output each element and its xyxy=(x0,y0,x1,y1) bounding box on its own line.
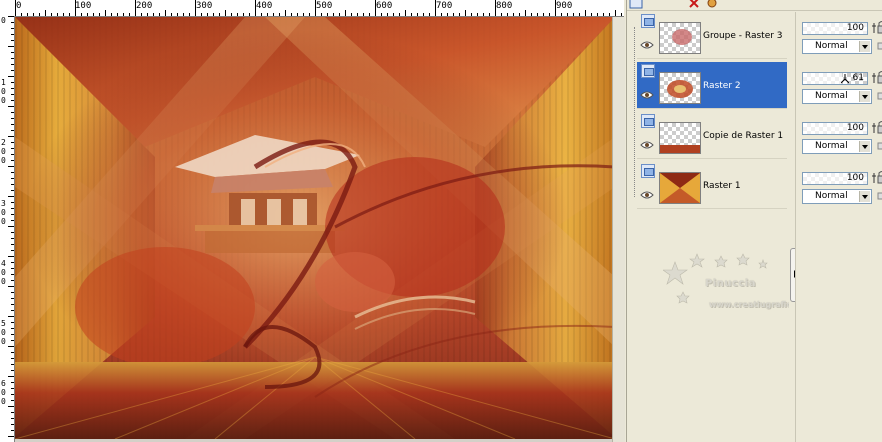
layer-link-icon[interactable] xyxy=(877,90,882,102)
opacity-slider-marker-icon[interactable] xyxy=(841,74,849,84)
opacity-value: 100 xyxy=(846,23,864,33)
lock-icon[interactable] xyxy=(877,120,882,134)
new-layer-icon[interactable] xyxy=(629,0,643,9)
layer-type-icon xyxy=(641,64,655,78)
opacity-value: 100 xyxy=(846,173,864,183)
layer-row-raster-1[interactable]: Raster 1 xyxy=(637,162,787,209)
blend-mode-value: Normal xyxy=(815,91,848,101)
eye-icon[interactable] xyxy=(640,90,654,100)
layer-thumbnail xyxy=(659,22,701,54)
ruler-vertical: 0 1 0 0 2 0 0 3 0 0 4 0 0 5 0 0 6 0 0 xyxy=(0,16,15,442)
layer-properties-column: 100 Normal 61 Normal 100 Normal 100 Norm… xyxy=(795,12,882,442)
layer-thumbnail xyxy=(659,122,701,154)
chevron-down-icon[interactable] xyxy=(859,141,870,152)
opacity-value: 100 xyxy=(846,123,864,133)
layer-row-raster-2[interactable]: Raster 2 xyxy=(637,62,787,109)
blend-mode-value: Normal xyxy=(815,141,848,151)
layer-list: Groupe - Raster 3 Raster 2 Copie de Rast… xyxy=(627,12,811,442)
lock-icon[interactable] xyxy=(877,170,882,184)
opacity-slider[interactable]: 100 xyxy=(802,172,868,185)
layer-link-icon[interactable] xyxy=(877,140,882,152)
layer-thumbnail xyxy=(659,72,701,104)
opacity-slider[interactable]: 100 xyxy=(802,22,868,35)
opacity-slider[interactable]: 61 xyxy=(802,72,868,85)
layer-link-icon[interactable] xyxy=(877,190,882,202)
layers-palette: Groupe - Raster 3 Raster 2 Copie de Rast… xyxy=(626,0,882,442)
delete-layer-icon[interactable] xyxy=(687,0,701,9)
opacity-fill xyxy=(803,73,843,84)
palette-toolbar xyxy=(627,0,882,11)
eye-icon[interactable] xyxy=(640,140,654,150)
lock-icon[interactable] xyxy=(877,70,882,84)
layer-row-copie-de-raster-1[interactable]: Copie de Raster 1 xyxy=(637,112,787,159)
opacity-slider[interactable]: 100 xyxy=(802,122,868,135)
blend-mode-value: Normal xyxy=(815,191,848,201)
layer-name: Raster 1 xyxy=(703,181,741,191)
layer-name: Groupe - Raster 3 xyxy=(703,31,783,41)
image-canvas[interactable] xyxy=(15,17,625,442)
layer-thumbnail xyxy=(659,172,701,204)
ruler-left-ticks xyxy=(8,16,14,437)
eye-icon[interactable] xyxy=(640,40,654,50)
chevron-down-icon[interactable] xyxy=(859,41,870,52)
layer-type-icon xyxy=(641,14,655,28)
props-row-1: 100 Normal xyxy=(802,20,882,68)
lock-icon[interactable] xyxy=(877,20,882,34)
props-row-4: 100 Normal xyxy=(802,170,882,218)
watermark-title: Pinuccia xyxy=(705,278,757,289)
blend-mode-select[interactable]: Normal xyxy=(802,189,872,204)
blend-mode-select[interactable]: Normal xyxy=(802,39,872,54)
ruler-horizontal: 0 100 200 300 400 500 600 700 800 900 xyxy=(0,0,624,17)
layer-link-icon[interactable] xyxy=(877,40,882,52)
layer-type-icon xyxy=(641,164,655,178)
layer-type-icon xyxy=(641,114,655,128)
props-row-3: 100 Normal xyxy=(802,120,882,168)
chevron-down-icon[interactable] xyxy=(859,91,870,102)
chevron-down-icon[interactable] xyxy=(859,191,870,202)
blend-mode-select[interactable]: Normal xyxy=(802,89,872,104)
eye-icon[interactable] xyxy=(640,190,654,200)
blend-mode-value: Normal xyxy=(815,41,848,51)
layer-properties-icon[interactable] xyxy=(705,0,719,9)
ruler-top-ticks xyxy=(15,0,622,16)
canvas-vertical-scrollbar[interactable] xyxy=(612,17,625,442)
layer-name: Raster 2 xyxy=(703,81,741,91)
opacity-value: 61 xyxy=(852,73,864,83)
blend-mode-select[interactable]: Normal xyxy=(802,139,872,154)
artwork-image xyxy=(15,17,615,439)
props-row-2: 61 Normal xyxy=(802,70,882,118)
layer-row-groupe-raster-3[interactable]: Groupe - Raster 3 xyxy=(637,12,787,59)
layer-name: Copie de Raster 1 xyxy=(703,131,784,141)
